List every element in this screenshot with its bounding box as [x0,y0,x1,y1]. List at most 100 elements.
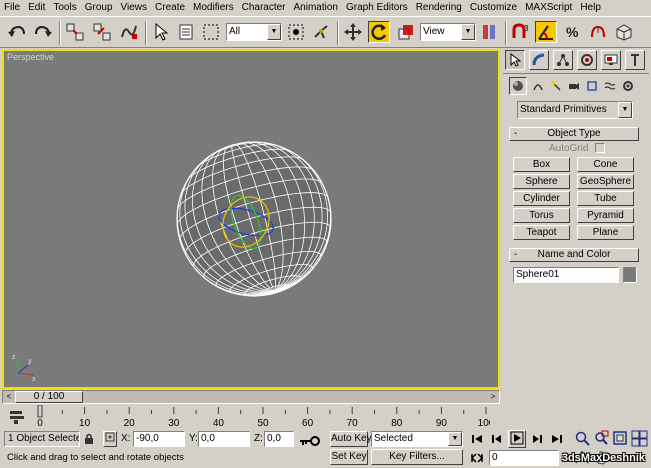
geosphere-button[interactable]: GeoSphere [577,174,634,189]
motion-tab-icon[interactable] [577,50,597,70]
chevron-down-icon: ▼ [448,432,462,446]
pyramid-button[interactable]: Pyramid [577,208,634,223]
link-icon[interactable] [64,21,86,43]
track-view-icon[interactable] [8,409,26,425]
menu-group[interactable]: Group [81,0,117,16]
x-coordinate-field[interactable]: -90,0 [133,431,185,447]
create-tab-icon[interactable] [505,50,525,70]
teapot-button[interactable]: Teapot [513,225,570,240]
svg-text:%: % [566,24,579,40]
name-color-rollout-header[interactable]: - Name and Color [509,248,639,262]
reference-coord-dropdown[interactable]: View ▼ [420,23,476,41]
set-key-button[interactable]: Set Key [330,449,368,465]
menu-edit[interactable]: Edit [24,0,49,16]
menu-help[interactable]: Help [576,0,605,16]
absolute-mode-icon[interactable] [103,431,117,447]
select-and-manipulate-icon[interactable] [310,21,332,43]
move-icon[interactable] [342,21,364,43]
current-frame-marker[interactable] [37,405,43,418]
undo-icon[interactable] [6,21,28,43]
teapot-icon[interactable] [613,21,635,43]
play-icon[interactable] [508,430,526,448]
tube-button[interactable]: Tube [577,191,634,206]
app-window: File Edit Tools Group Views Create Modifiers Ch… [0,0,651,468]
snap-icon[interactable]: 3 [509,21,531,43]
lock-icon[interactable] [83,433,95,445]
menu-animation[interactable]: Animation [290,0,342,16]
y-coordinate-field[interactable]: 0,0 [198,431,250,447]
key-mode-dropdown[interactable]: Selected ▼ [371,431,463,447]
menu-views[interactable]: Views [117,0,152,16]
pivot-center-icon[interactable] [478,21,500,43]
previous-frame-icon[interactable] [489,431,505,447]
current-frame-field[interactable]: 0 [489,450,559,466]
sphere-wireframe[interactable] [4,51,498,387]
autogrid-checkbox[interactable] [595,143,605,153]
key-mode-toggle-icon[interactable] [470,451,484,465]
unlink-icon[interactable] [91,21,113,43]
auto-key-button[interactable]: Auto Key [330,431,372,447]
time-slider[interactable]: < 0 / 100 > [2,390,500,404]
object-name-field[interactable]: Sphere01 [513,267,619,283]
rotate-icon[interactable] [368,21,390,43]
cone-button[interactable]: Cone [577,157,634,172]
prev-frame-icon[interactable]: < [4,392,14,402]
selection-filter-dropdown[interactable]: All ▼ [226,23,282,41]
zoom-icon[interactable] [574,430,591,447]
next-frame-icon[interactable]: > [488,392,498,402]
menu-rendering[interactable]: Rendering [412,0,466,16]
key-icon[interactable] [298,436,320,446]
zoom-all-icon[interactable] [593,430,610,447]
time-slider-thumb[interactable]: 0 / 100 [15,391,83,403]
rect-region-icon[interactable] [200,21,222,43]
select-by-name-icon[interactable] [175,21,197,43]
redo-icon[interactable] [32,21,54,43]
menu-file[interactable]: File [0,0,24,16]
track-tick-label: 20 [124,418,136,429]
select-icon[interactable] [150,21,172,43]
cameras-icon[interactable] [565,77,583,95]
hierarchy-tab-icon[interactable] [553,50,573,70]
geometry-icon[interactable] [509,77,527,95]
watermark: 3dsMaxDeshnik [561,452,645,464]
angle-snap-icon[interactable] [535,21,557,43]
display-tab-icon[interactable] [601,50,621,70]
menu-customize[interactable]: Customize [466,0,521,16]
menu-character[interactable]: Character [238,0,290,16]
sphere-button[interactable]: Sphere [513,174,570,189]
object-type-rollout-header[interactable]: - Object Type [509,127,639,141]
zoom-extents-icon[interactable] [612,430,629,447]
cylinder-button[interactable]: Cylinder [513,191,570,206]
object-color-swatch[interactable] [623,267,637,283]
menu-modifiers[interactable]: Modifiers [189,0,238,16]
box-button[interactable]: Box [513,157,570,172]
spacewarps-icon[interactable] [601,77,619,95]
helpers-icon[interactable] [583,77,601,95]
track-tick-label: 70 [347,418,359,429]
systems-icon[interactable] [619,77,637,95]
z-coordinate-field[interactable]: 0,0 [264,431,294,447]
next-frame-icon[interactable] [529,431,545,447]
menu-tools[interactable]: Tools [49,0,80,16]
utilities-tab-icon[interactable] [625,50,645,70]
modify-tab-icon[interactable] [529,50,549,70]
scale-icon[interactable] [395,21,417,43]
track-bar[interactable]: 0 10 20 30 40 50 60 70 80 90 100 [0,405,651,429]
menu-graph-editors[interactable]: Graph Editors [342,0,412,16]
perspective-viewport[interactable]: Perspective z x y [2,49,500,389]
category-dropdown[interactable]: Standard Primitives ▼ [517,101,633,119]
menu-create[interactable]: Create [151,0,189,16]
plane-button[interactable]: Plane [577,225,634,240]
go-to-end-icon[interactable] [549,431,565,447]
lights-icon[interactable] [547,77,565,95]
window-crossing-icon[interactable] [285,21,307,43]
go-to-start-icon[interactable] [469,431,485,447]
shapes-icon[interactable] [529,77,547,95]
percent-snap-icon[interactable]: % [561,21,583,43]
bind-spacewarp-icon[interactable] [118,21,140,43]
torus-button[interactable]: Torus [513,208,570,223]
zoom-extents-all-icon[interactable] [631,430,648,447]
menu-maxscript[interactable]: MAXScript [521,0,576,16]
key-filters-button[interactable]: Key Filters... [371,449,463,465]
spinner-snap-icon[interactable] [587,21,609,43]
